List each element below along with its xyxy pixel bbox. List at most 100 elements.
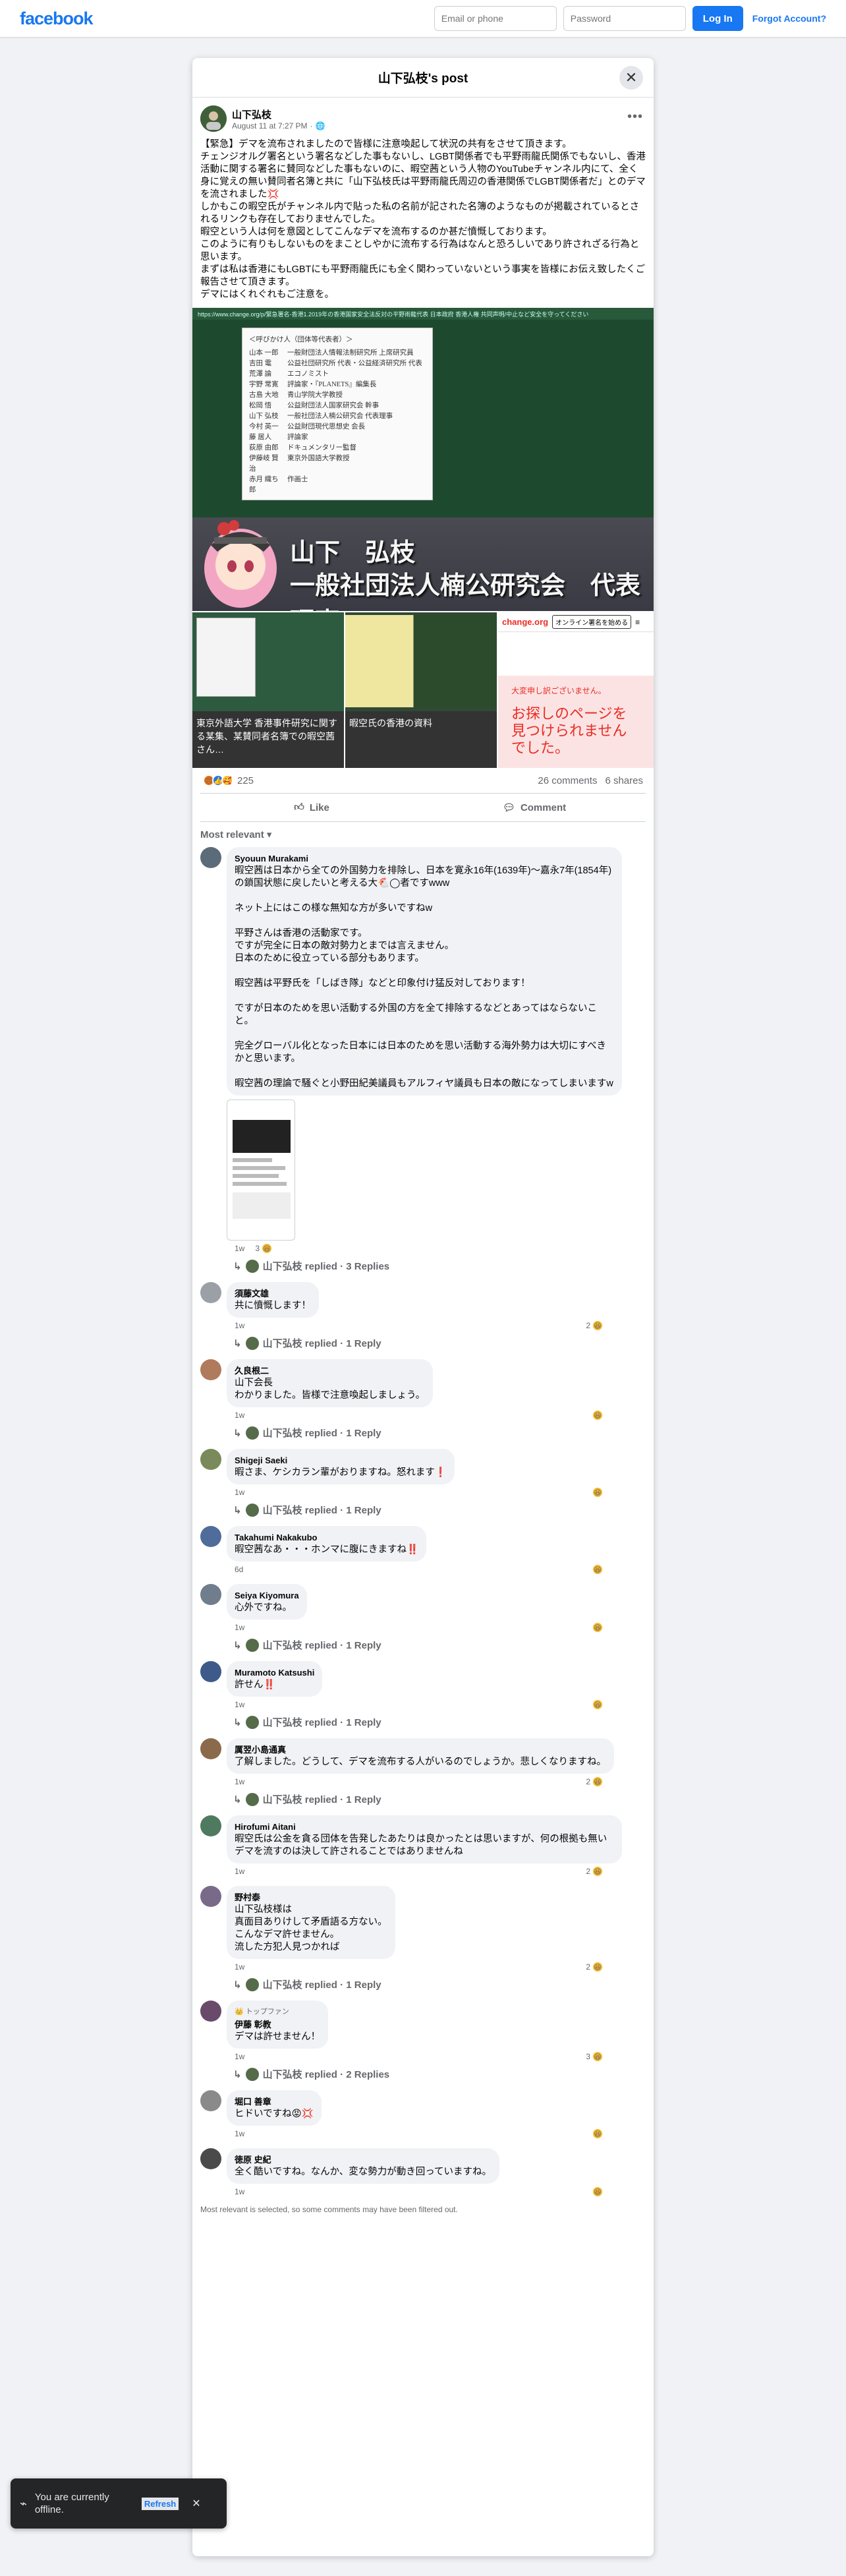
- comment-reactions[interactable]: 2 😆: [586, 1865, 604, 1877]
- commenter-avatar[interactable]: [200, 1359, 221, 1380]
- view-replies-link[interactable]: ↳ 山下弘枝 replied · 1 Reply: [233, 1503, 646, 1517]
- commenter-name[interactable]: 須藤文雄: [235, 1287, 311, 1300]
- main-image[interactable]: https://www.change.org/p/緊急署名-香港1.2019年の…: [192, 308, 654, 611]
- signatory-row: 古島 大地 青山学院大学教授: [249, 390, 426, 401]
- thumbnail-3[interactable]: change.org オンライン署名を始める ≡ 大変申し訳ございません。 お探…: [498, 612, 654, 768]
- comment-time[interactable]: 6d: [235, 1565, 243, 1574]
- commenter-name[interactable]: Muramoto Katsushi: [235, 1666, 314, 1679]
- view-replies-link[interactable]: ↳ 山下弘枝 replied · 1 Reply: [233, 1638, 646, 1652]
- haha-reaction-icon: 😆: [592, 1961, 604, 1973]
- commenter-avatar[interactable]: [200, 2148, 221, 2169]
- comments-count[interactable]: 26 comments: [538, 775, 597, 786]
- close-icon[interactable]: ✕: [619, 66, 643, 90]
- view-replies-link[interactable]: ↳ 山下弘枝 replied · 1 Reply: [233, 1715, 646, 1729]
- author-name[interactable]: 山下弘枝: [232, 107, 325, 121]
- view-replies-link[interactable]: ↳ 山下弘枝 replied · 3 Replies: [233, 1259, 646, 1273]
- commenter-name[interactable]: 徳原 史紀: [235, 2153, 492, 2166]
- comment-text: 暇さま、ケシカラン輩がおりますね。怒れます❗: [235, 1467, 447, 1478]
- commenter-avatar[interactable]: [200, 1584, 221, 1605]
- commenter-avatar[interactable]: [200, 1815, 221, 1836]
- close-toast-icon[interactable]: ✕: [192, 2497, 200, 2510]
- comment-reactions[interactable]: 2 😆: [586, 1961, 604, 1973]
- commenter-avatar[interactable]: [200, 1282, 221, 1303]
- replier-avatar: [245, 2067, 259, 2081]
- forgot-account-link[interactable]: Forgot Account?: [752, 13, 826, 24]
- post-date[interactable]: August 11 at 7:27 PM: [232, 121, 308, 131]
- comment-bubble: 👑 トップファン 伊藤 彰教 デマは許せません！: [227, 2001, 329, 2049]
- commenter-name[interactable]: Hirofumi Aitani: [235, 1821, 614, 1833]
- author-avatar[interactable]: [200, 105, 227, 132]
- replier-avatar: [245, 1977, 259, 1991]
- comment-reactions[interactable]: 2 😆: [586, 1320, 604, 1332]
- thumbnail-1[interactable]: 東京外語大学 香港事件研究に関する某集、某賛同者名簿での暇空茜さん…: [192, 612, 344, 768]
- commenter-avatar[interactable]: [200, 1886, 221, 1907]
- comment-time[interactable]: 1w: [235, 1623, 244, 1632]
- signatory-name: 古島 大地: [249, 392, 279, 399]
- commenter-avatar[interactable]: [200, 1449, 221, 1470]
- refresh-link[interactable]: Refresh: [141, 2497, 179, 2510]
- password-field[interactable]: [563, 6, 686, 31]
- commenter-name[interactable]: Takahumi Nakakubo: [235, 1531, 418, 1544]
- comment-meta: 1w 2 😆: [235, 1320, 604, 1332]
- comment-time[interactable]: 1w: [235, 1321, 244, 1330]
- comment-reactions[interactable]: 😆: [590, 2186, 604, 2198]
- comment-reactions[interactable]: 3 😆: [255, 1243, 273, 1254]
- comment-button[interactable]: 💬︎ Comment: [423, 794, 646, 821]
- like-button[interactable]: 👍︎ Like: [200, 794, 423, 821]
- comment-time[interactable]: 1w: [235, 1488, 244, 1497]
- commenter-avatar[interactable]: [200, 847, 221, 868]
- comment-time[interactable]: 1w: [235, 1962, 244, 1972]
- comment-reactions[interactable]: 😆: [590, 1409, 604, 1421]
- comment-time[interactable]: 1w: [235, 2129, 244, 2138]
- comment-time[interactable]: 1w: [235, 2052, 244, 2061]
- commenter-avatar[interactable]: [200, 1526, 221, 1547]
- comment-time[interactable]: 1w: [235, 1700, 244, 1709]
- signatory-affiliation: 公益社団研究所 代表・公益経済研究所 代表: [287, 360, 422, 367]
- commenter-name[interactable]: Shigeji Saeki: [235, 1454, 447, 1467]
- commenter-name[interactable]: 久良根二: [235, 1364, 425, 1377]
- comment-time[interactable]: 1w: [235, 1777, 244, 1786]
- commenter-name[interactable]: 伊藤 彰教: [235, 2018, 320, 2031]
- post-media[interactable]: https://www.change.org/p/緊急署名-香港1.2019年の…: [192, 308, 654, 768]
- commenter-avatar[interactable]: [200, 1738, 221, 1759]
- login-button[interactable]: Log In: [692, 6, 743, 31]
- commenter-avatar[interactable]: [200, 1661, 221, 1682]
- commenter-avatar[interactable]: [200, 2090, 221, 2111]
- view-replies-link[interactable]: ↳ 山下弘枝 replied · 1 Reply: [233, 1977, 646, 1991]
- facebook-logo[interactable]: facebook: [20, 9, 94, 29]
- comment-reactions[interactable]: 😆: [590, 2128, 604, 2140]
- view-replies-link[interactable]: ↳ 山下弘枝 replied · 2 Replies: [233, 2067, 646, 2081]
- comment-reactions[interactable]: 2 😆: [586, 1776, 604, 1788]
- comment-reactions[interactable]: 😆: [590, 1699, 604, 1711]
- comment-time[interactable]: 1w: [235, 1867, 244, 1876]
- commenter-avatar[interactable]: [200, 2001, 221, 2022]
- comment-screenshot-attachment[interactable]: [227, 1099, 295, 1241]
- comment-time[interactable]: 1w: [235, 1411, 244, 1420]
- signatory-name: 今村 英一: [249, 423, 279, 430]
- haha-reaction-icon: 😆: [592, 1320, 604, 1332]
- commenter-name[interactable]: 堀口 善章: [235, 2095, 314, 2108]
- view-replies-link[interactable]: ↳ 山下弘枝 replied · 1 Reply: [233, 1336, 646, 1350]
- commenter-name[interactable]: 野村泰: [235, 1891, 387, 1904]
- commenter-name[interactable]: 厲翌小島通真: [235, 1743, 606, 1756]
- view-replies-link[interactable]: ↳ 山下弘枝 replied · 1 Reply: [233, 1426, 646, 1440]
- comment-reactions[interactable]: 😆: [590, 1622, 604, 1633]
- comment-time[interactable]: 1w: [235, 2187, 244, 2196]
- view-replies-link[interactable]: ↳ 山下弘枝 replied · 1 Reply: [233, 1792, 646, 1806]
- top-navigation-bar: facebook Log In Forgot Account?: [0, 0, 846, 37]
- commenter-name[interactable]: Seiya Kiyomura: [235, 1589, 299, 1602]
- reactions-count[interactable]: 225: [237, 775, 254, 786]
- haha-reaction-icon: 😆: [592, 1699, 604, 1711]
- comment-reactions[interactable]: 😆: [590, 1486, 604, 1498]
- commenter-name[interactable]: Syouun Murakami: [235, 852, 614, 865]
- email-field[interactable]: [434, 6, 557, 31]
- shares-count[interactable]: 6 shares: [605, 775, 643, 786]
- reaction-icons[interactable]: 😠 👍 🥰: [203, 775, 233, 786]
- comment-time[interactable]: 1w: [235, 1244, 244, 1253]
- comment-sort-dropdown[interactable]: Most relevant ▾: [192, 822, 654, 847]
- signatory-affiliation: 公益財団法人国家研究会 幹事: [287, 402, 380, 409]
- thumbnail-2[interactable]: 暇空氏の香港の資料: [345, 612, 497, 768]
- more-options-icon[interactable]: •••: [627, 109, 643, 125]
- comment-reactions[interactable]: 3 😆: [586, 2051, 604, 2063]
- comment-reactions[interactable]: 😆: [590, 1564, 604, 1575]
